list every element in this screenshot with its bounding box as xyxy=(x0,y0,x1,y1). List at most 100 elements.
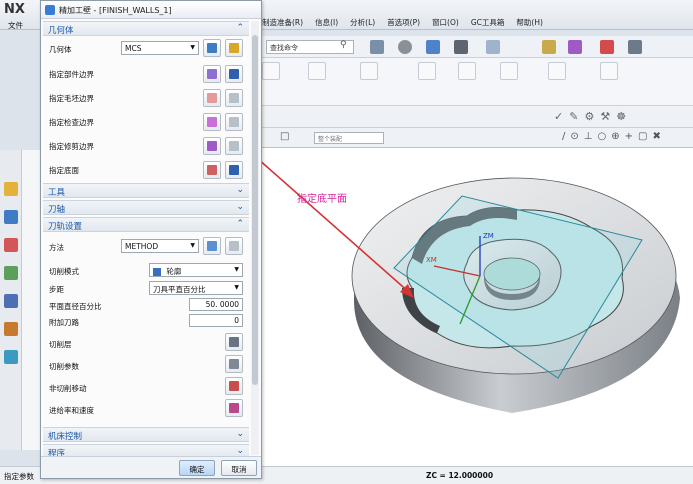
tb2-replay[interactable] xyxy=(302,62,332,82)
check-boundary-display-button[interactable] xyxy=(225,113,243,131)
blank-boundary-display-button[interactable] xyxy=(225,89,243,107)
snap-point-icon[interactable]: ⊕ xyxy=(611,131,619,142)
view-icon-2[interactable]: ✎ xyxy=(569,110,578,123)
menu-item-help[interactable]: 帮助(H) xyxy=(516,17,543,29)
non-cut-moves-label: 非切削移动 xyxy=(49,384,87,393)
view-icon-1[interactable]: ✓ xyxy=(554,110,563,123)
selection-toolbar: □ 整个装配 / ⊙ ⊥ ○ ⊕ + ▢ ✖ xyxy=(262,128,693,148)
percent-input[interactable]: 50. 0000 xyxy=(189,298,243,311)
flashlight-icon xyxy=(229,93,239,103)
menu-item-window[interactable]: 窗口(O) xyxy=(432,17,459,29)
roles-icon[interactable] xyxy=(4,350,18,364)
chevron-down-icon: ▼ xyxy=(234,284,239,291)
part-boundary-button[interactable] xyxy=(203,65,221,83)
render-style-icon[interactable] xyxy=(398,40,412,54)
tb2-show-object[interactable] xyxy=(594,62,624,82)
ok-button[interactable]: 确定 xyxy=(179,460,215,476)
tb2-show-tool[interactable] xyxy=(412,62,442,82)
blank-boundary-button[interactable] xyxy=(203,89,221,107)
section-program[interactable]: 程序 ⌄ xyxy=(43,444,249,456)
menu-item-analysis[interactable]: 分析(L) xyxy=(350,17,375,29)
extra-passes-label: 附加刀路 xyxy=(49,318,79,327)
dialog-scrollbar[interactable] xyxy=(251,21,259,455)
menu-item-info[interactable]: 信息(I) xyxy=(315,17,338,29)
view-icon-3[interactable]: ⚙ xyxy=(584,110,594,123)
search-icon[interactable]: ⚲ xyxy=(340,40,347,50)
navigator-icon[interactable] xyxy=(4,182,18,196)
operation-navigator-icon[interactable] xyxy=(4,210,18,224)
stepover-value: 刀具平直百分比 xyxy=(153,285,206,294)
non-cut-moves-button[interactable] xyxy=(225,377,243,395)
tb2-machine[interactable] xyxy=(494,62,524,82)
menu-file[interactable]: 文件 xyxy=(8,20,23,31)
new-method-button[interactable] xyxy=(203,237,221,255)
snap-center-icon[interactable]: ○ xyxy=(597,131,606,142)
cut-params-button[interactable] xyxy=(225,355,243,373)
floor-button[interactable] xyxy=(203,161,221,179)
tb2-postprocess[interactable] xyxy=(452,62,482,82)
edit-geometry-button[interactable] xyxy=(225,39,243,57)
extra-passes-input[interactable]: 0 xyxy=(189,314,243,327)
menu-item-preferences[interactable]: 首选项(P) xyxy=(387,17,420,29)
cube-view-icon[interactable] xyxy=(426,40,440,54)
selection-filter-dropdown[interactable]: 整个装配 xyxy=(314,132,384,144)
tb2-verify[interactable] xyxy=(354,62,384,82)
snap-plus-icon[interactable]: + xyxy=(625,131,633,142)
view-icon-4[interactable]: ⚒ xyxy=(600,110,610,123)
snap-midpoint-icon[interactable]: ⊙ xyxy=(570,131,578,142)
section-axis[interactable]: 刀轴 ⌄ xyxy=(43,200,249,215)
replay-path-icon xyxy=(308,62,326,80)
edit-method-button[interactable] xyxy=(225,237,243,255)
blank-boundary-label: 指定毛坯边界 xyxy=(49,94,94,103)
resource-bar xyxy=(0,150,22,450)
method-select[interactable]: METHOD ▼ xyxy=(121,239,199,253)
check-boundary-button[interactable] xyxy=(203,113,221,131)
dialog-title-bar[interactable]: 精加工壁 - [FINISH_WALLS_1] xyxy=(41,1,261,19)
show-object-icon xyxy=(600,62,618,80)
snap-any-icon[interactable]: ✖ xyxy=(652,131,660,142)
scrollbar-thumb[interactable] xyxy=(252,35,258,385)
tb2-shop-doc[interactable] xyxy=(542,62,572,82)
snap-endpoint-icon[interactable]: / xyxy=(562,131,565,142)
feeds-speeds-label: 进给率和速度 xyxy=(49,406,94,415)
section-axis-label: 刀轴 xyxy=(48,205,66,215)
wcs-icon[interactable] xyxy=(600,40,614,54)
display-color-icon[interactable] xyxy=(454,40,468,54)
history-icon[interactable] xyxy=(4,322,18,336)
new-geometry-icon xyxy=(207,43,217,53)
cancel-button[interactable]: 取消 xyxy=(221,460,257,476)
new-geometry-button[interactable] xyxy=(203,39,221,57)
layer-icon[interactable] xyxy=(486,40,500,54)
cut-levels-button[interactable] xyxy=(225,333,243,351)
annotation-text: 指定底平面 xyxy=(297,194,347,205)
section-path-settings-label: 刀轨设置 xyxy=(48,222,83,232)
measure-icon[interactable] xyxy=(628,40,642,54)
geometry-select[interactable]: MCS ▼ xyxy=(121,41,199,55)
view-icon-5[interactable]: ☸ xyxy=(616,110,626,123)
machine-navigator-icon[interactable] xyxy=(4,294,18,308)
profile-icon xyxy=(153,268,161,276)
section-path-settings[interactable]: 刀轨设置 ⌃ xyxy=(43,217,249,232)
trim-boundary-button[interactable] xyxy=(203,137,221,155)
snap-icon[interactable] xyxy=(370,40,384,54)
snap-perp-icon[interactable]: ⊥ xyxy=(584,131,593,142)
select-rect-icon[interactable]: □ xyxy=(280,131,289,142)
section-tool[interactable]: 工具 ⌄ xyxy=(43,183,249,198)
trim-boundary-display-button[interactable] xyxy=(225,137,243,155)
floor-display-button[interactable] xyxy=(225,161,243,179)
part-navigator-icon[interactable] xyxy=(4,266,18,280)
selection-icon[interactable] xyxy=(568,40,582,54)
menu-item-prepare[interactable]: 制造准备(R) xyxy=(262,17,303,29)
section-geometry[interactable]: 几何体 ⌃ xyxy=(43,21,249,36)
section-machine-control[interactable]: 机床控制 ⌄ xyxy=(43,427,249,442)
floor-label: 指定底面 xyxy=(49,166,79,175)
stepover-select[interactable]: 刀具平直百分比 ▼ xyxy=(149,281,243,295)
non-cut-moves-icon xyxy=(229,381,239,391)
menu-item-gc-toolbox[interactable]: GC工具箱 xyxy=(471,17,505,29)
assembly-navigator-icon[interactable] xyxy=(4,238,18,252)
feeds-speeds-button[interactable] xyxy=(225,399,243,417)
snap-face-icon[interactable]: ▢ xyxy=(638,131,647,142)
analysis-icon[interactable] xyxy=(542,40,556,54)
cut-pattern-select[interactable]: 轮廓 ▼ xyxy=(149,263,243,277)
part-boundary-display-button[interactable] xyxy=(225,65,243,83)
